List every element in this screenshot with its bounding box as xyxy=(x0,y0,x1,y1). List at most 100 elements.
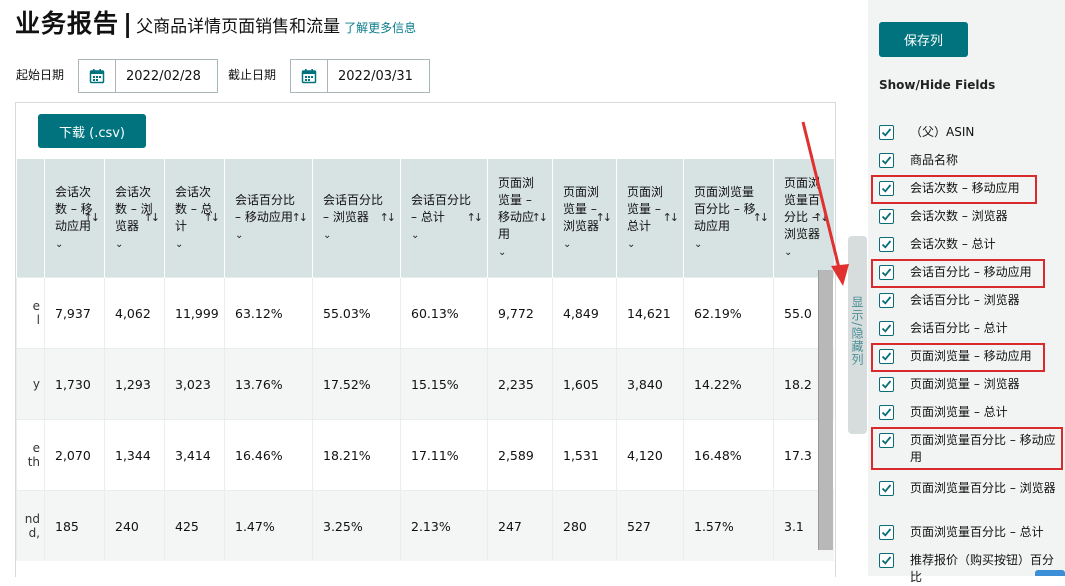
table-cell: 1.57% xyxy=(683,490,774,561)
checkbox[interactable] xyxy=(879,321,894,336)
table-cell: 425 xyxy=(164,490,225,561)
column-header[interactable]: 会话百分比 – 浏览器 ⌄ ↑↓ xyxy=(312,159,401,278)
start-date-input[interactable]: 2022/02/28 xyxy=(116,60,211,92)
calendar-icon[interactable] xyxy=(79,60,116,92)
checkbox[interactable] xyxy=(879,153,894,168)
report-table-panel: 下载 (.csv) 会话次数 – 移动应用 ⌄ ↑↓ 会话次数 – 浏览器 ⌄ ↑↓ 会话次… xyxy=(15,102,836,577)
sort-icon[interactable]: ↑↓ xyxy=(84,209,101,226)
field-option[interactable]: 页面浏览量百分比 – 浏览器 xyxy=(879,481,1060,497)
start-date-picker[interactable]: 2022/02/28 xyxy=(78,59,218,93)
table-vertical-scrollbar[interactable] xyxy=(818,270,833,550)
table-row: nd d, 185 240 425 1.47% 3.25% 2.13% 247 280 527 1.… xyxy=(16,490,834,561)
chevron-down-icon[interactable]: ⌄ xyxy=(323,227,391,244)
table-cell: 2.13% xyxy=(400,490,488,561)
field-label: 会话百分比 – 浏览器 xyxy=(910,293,1020,307)
table-cell: 2,070 xyxy=(44,419,105,491)
field-option[interactable]: （父）ASIN xyxy=(879,125,1060,141)
chevron-down-icon[interactable]: ⌄ xyxy=(694,236,764,253)
column-header[interactable]: 页面浏览量百分比 – 移动应用 ⌄ ↑↓ xyxy=(683,159,774,278)
sort-icon[interactable]: ↑↓ xyxy=(144,209,161,226)
column-header[interactable]: 页面浏览量 – 浏览器 ⌄ ↑↓ xyxy=(552,159,617,278)
checkmark-icon xyxy=(881,324,892,333)
sort-icon[interactable]: ↑↓ xyxy=(596,209,613,226)
chevron-down-icon[interactable]: ⌄ xyxy=(55,236,95,253)
checkbox[interactable] xyxy=(879,525,894,540)
checkbox[interactable] xyxy=(879,481,894,496)
checkbox[interactable] xyxy=(879,377,894,392)
field-option[interactable]: 推荐报价（购买按钮）百分比 xyxy=(879,553,1060,586)
field-option[interactable]: 页面浏览量百分比 – 总计 xyxy=(879,525,1060,541)
sort-icon[interactable]: ↑↓ xyxy=(292,209,309,226)
product-name-cell: y xyxy=(16,348,45,420)
field-option[interactable]: 页面浏览量 – 总计 xyxy=(879,405,1060,421)
save-columns-button[interactable]: 保存列 xyxy=(879,22,968,57)
sort-icon[interactable]: ↑↓ xyxy=(204,209,221,226)
table-cell: 4,062 xyxy=(104,277,165,349)
sort-icon[interactable]: ↑↓ xyxy=(663,209,680,226)
product-name-cell: nd d, xyxy=(16,490,45,561)
checkbox[interactable] xyxy=(879,405,894,420)
page-subtitle: 父商品详情页面销售和流量 xyxy=(136,17,341,37)
field-option[interactable]: 会话百分比 – 总计 xyxy=(879,321,1060,337)
checkbox[interactable] xyxy=(879,553,894,568)
table-cell: 62.19% xyxy=(683,277,774,349)
table-cell: 1,344 xyxy=(104,419,165,491)
table-cell: 9,772 xyxy=(487,277,553,349)
highlight-box xyxy=(871,175,1037,204)
field-label: 推荐报价（购买按钮）百分比 xyxy=(910,553,1055,584)
checkmark-icon xyxy=(881,212,892,221)
calendar-icon[interactable] xyxy=(291,60,328,92)
column-header[interactable]: 会话次数 – 总计 ⌄ ↑↓ xyxy=(164,159,225,278)
chevron-down-icon[interactable]: ⌄ xyxy=(411,227,479,244)
product-name-cell: e th xyxy=(16,419,45,491)
start-date-label: 起始日期 xyxy=(16,68,65,82)
checkbox[interactable] xyxy=(879,237,894,252)
chevron-down-icon[interactable]: ⌄ xyxy=(563,236,603,253)
column-header[interactable]: 会话次数 – 浏览器 ⌄ ↑↓ xyxy=(104,159,165,278)
sort-icon[interactable]: ↑↓ xyxy=(467,209,484,226)
learn-more-link[interactable]: 了解更多信息 xyxy=(344,21,416,35)
table-cell: 3.25% xyxy=(312,490,401,561)
chevron-down-icon[interactable]: ⌄ xyxy=(235,227,303,244)
table-cell: 1,531 xyxy=(552,419,617,491)
checkbox[interactable] xyxy=(879,209,894,224)
sort-icon[interactable]: ↑↓ xyxy=(532,209,549,226)
highlight-box xyxy=(871,427,1063,470)
table-cell: 16.46% xyxy=(224,419,313,491)
column-header[interactable]: 会话百分比 – 移动应用 ⌄ ↑↓ xyxy=(224,159,313,278)
product-name-cell: e l xyxy=(16,277,45,349)
table-cell: 1.47% xyxy=(224,490,313,561)
field-option[interactable]: 会话次数 – 总计 xyxy=(879,237,1060,253)
field-label: （父）ASIN xyxy=(910,125,975,139)
sort-icon[interactable]: ↑↓ xyxy=(380,209,397,226)
end-date-picker[interactable]: 2022/03/31 xyxy=(290,59,430,93)
chevron-down-icon[interactable]: ⌄ xyxy=(627,236,667,253)
field-option[interactable]: 会话百分比 – 浏览器 xyxy=(879,293,1060,309)
chevron-down-icon[interactable]: ⌄ xyxy=(498,244,538,261)
chevron-down-icon[interactable]: ⌄ xyxy=(175,236,215,253)
checkmark-icon xyxy=(881,556,892,565)
column-header[interactable]: 会话百分比 – 总计 ⌄ ↑↓ xyxy=(400,159,488,278)
field-label: 会话百分比 – 总计 xyxy=(910,321,1008,335)
field-option[interactable]: 商品名称 xyxy=(879,153,1060,169)
table-cell: 527 xyxy=(616,490,684,561)
checkbox[interactable] xyxy=(879,125,894,140)
column-header[interactable]: 页面浏览量 – 移动应用 ⌄ ↑↓ xyxy=(487,159,553,278)
report-table: 会话次数 – 移动应用 ⌄ ↑↓ 会话次数 – 浏览器 ⌄ ↑↓ 会话次数 – 总计 ⌄ ↑↓ 会… xyxy=(16,159,834,561)
end-date-input[interactable]: 2022/03/31 xyxy=(328,60,423,92)
highlight-box xyxy=(871,343,1045,372)
chevron-down-icon[interactable]: ⌄ xyxy=(115,236,155,253)
table-cell: 14,621 xyxy=(616,277,684,349)
field-option[interactable]: 会话次数 – 浏览器 xyxy=(879,209,1060,225)
column-header[interactable]: 页面浏览量 – 总计 ⌄ ↑↓ xyxy=(616,159,684,278)
column-header[interactable]: 会话次数 – 移动应用 ⌄ ↑↓ xyxy=(44,159,105,278)
download-csv-button[interactable]: 下载 (.csv) xyxy=(38,114,146,148)
field-option[interactable]: 页面浏览量 – 浏览器 xyxy=(879,377,1060,393)
column-header-title xyxy=(16,159,45,278)
page-scroll-indicator[interactable] xyxy=(1035,570,1065,576)
table-cell: 15.15% xyxy=(400,348,488,420)
sort-icon[interactable]: ↑↓ xyxy=(753,209,770,226)
table-cell: 17.52% xyxy=(312,348,401,420)
table-cell: 185 xyxy=(44,490,105,561)
checkbox[interactable] xyxy=(879,293,894,308)
